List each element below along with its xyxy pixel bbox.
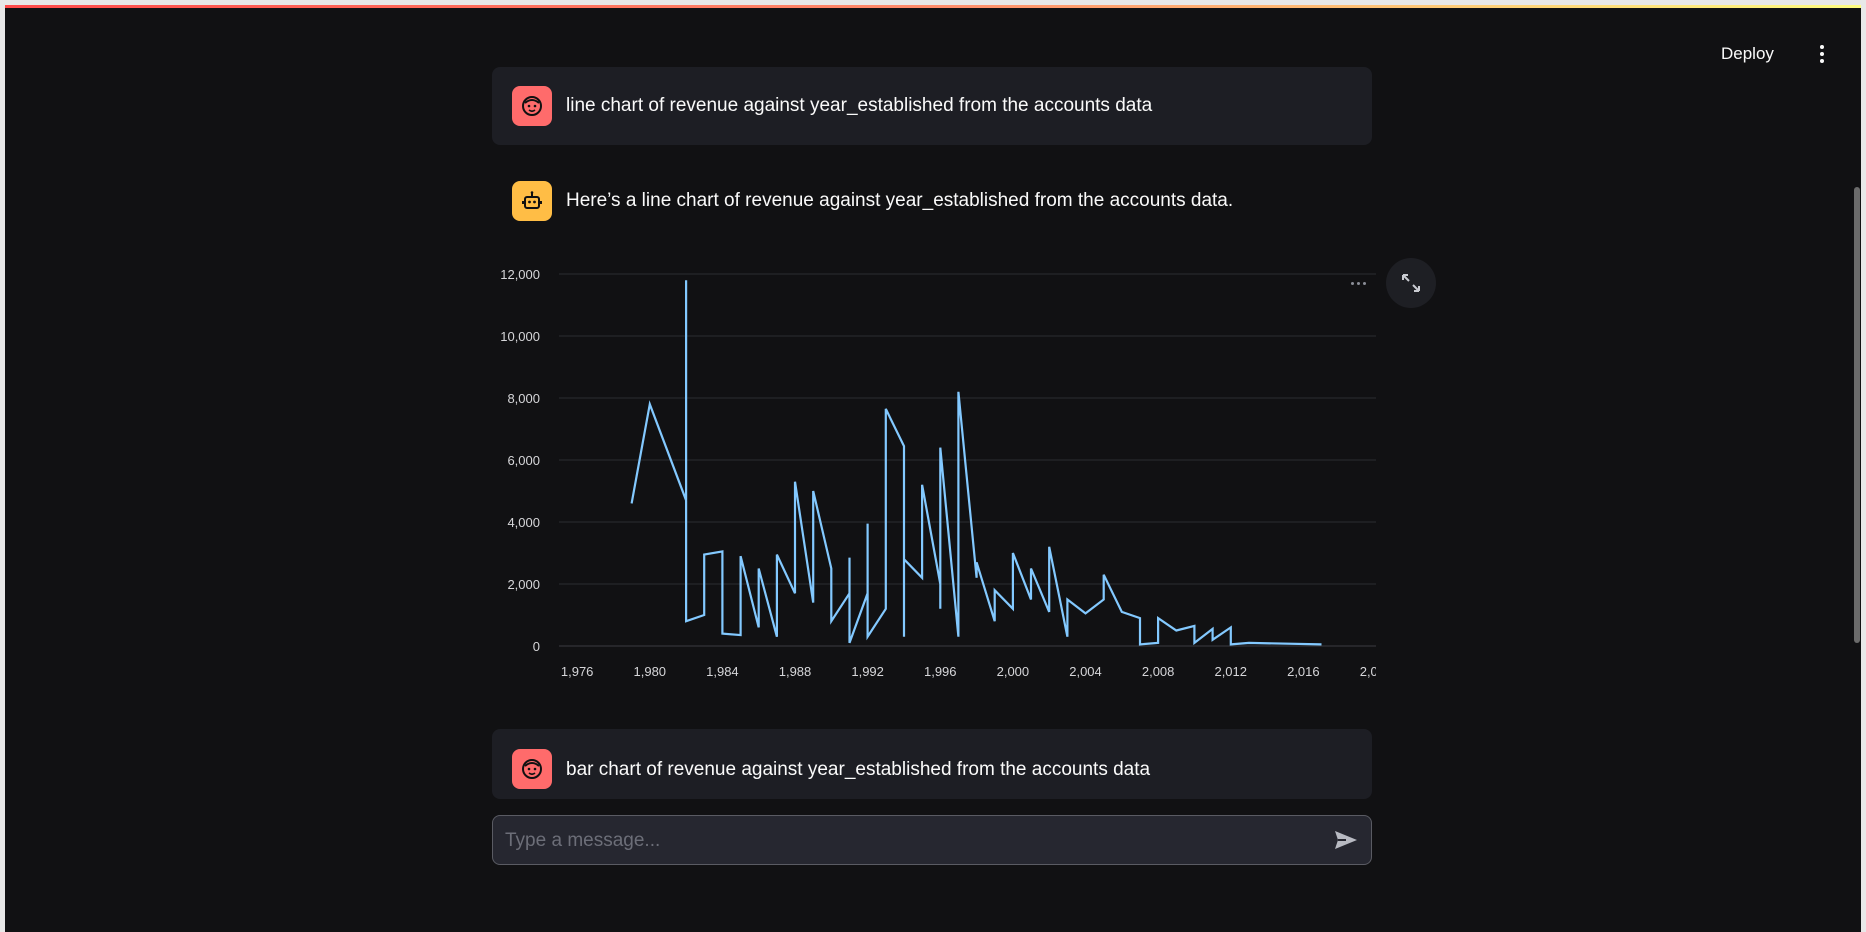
ellipsis-icon[interactable] [1346,277,1370,289]
line-chart[interactable]: 0 2,000 4,000 6,000 8,000 10,000 12,000 1,976 1,… [492,250,1376,695]
app-root: Deploy line chart of revenue against yea… [5,5,1861,932]
x-tick-label: 2,004 [1069,664,1102,679]
robot-icon [512,181,552,221]
deploy-button[interactable]: Deploy [1721,39,1774,69]
x-tick-label: 2,012 [1214,664,1247,679]
scrollbar[interactable] [1853,5,1861,932]
chat-message-user: line chart of revenue against year_estab… [492,67,1372,145]
y-tick-label: 6,000 [507,453,540,468]
chat-message-text: bar chart of revenue against year_establ… [566,759,1151,780]
x-tick-label: 2,000 [997,664,1030,679]
x-tick-label: 1,976 [561,664,594,679]
y-tick-label: 8,000 [507,391,540,406]
header-decoration-bar [5,5,1861,8]
chat-input[interactable] [503,816,1327,866]
y-tick-label: 12,000 [500,267,540,282]
y-tick-label: 2,000 [507,577,540,592]
chat-input-box[interactable] [492,815,1372,866]
x-tick-label: 1,988 [779,664,812,679]
expand-icon[interactable] [1386,258,1436,308]
chat-message-text: line chart of revenue against year_estab… [566,95,1153,116]
scrollbar-thumb[interactable] [1854,187,1860,643]
chat-message-user: bar chart of revenue against year_establ… [492,729,1372,799]
x-tick-label: 1,984 [706,664,739,679]
line-chart-svg: 0 2,000 4,000 6,000 8,000 10,000 12,000 1,976 1,… [500,267,1376,679]
x-tick-label: 2,016 [1287,664,1320,679]
face-icon [512,749,552,789]
x-tick-label: 1,992 [851,664,884,679]
y-tick-label: 10,000 [500,329,540,344]
x-tick-label: 1,980 [634,664,667,679]
vertical-dots-icon[interactable] [1811,41,1833,67]
series-line-0[interactable] [630,280,1322,646]
face-icon [512,86,552,126]
x-tick-label: 2,020 [1360,664,1376,679]
send-icon[interactable] [1331,827,1361,853]
chat-message-text: Here’s a line chart of revenue against y… [566,190,1234,211]
y-tick-label: 4,000 [507,515,540,530]
y-tick-label: 0 [533,639,540,654]
x-tick-label: 1,996 [924,664,957,679]
x-tick-label: 2,008 [1142,664,1175,679]
